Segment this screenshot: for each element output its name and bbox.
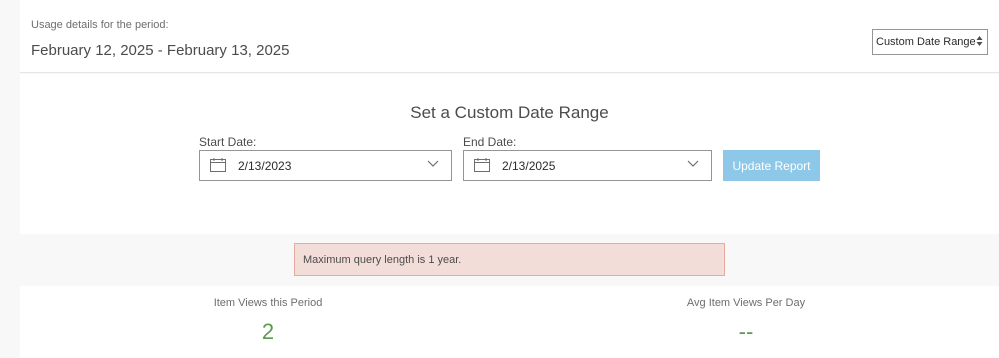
- item-views-value: 2: [261, 319, 275, 344]
- custom-range-title: Set a Custom Date Range: [410, 103, 609, 122]
- usage-page: Usage details for the period: February 1…: [0, 0, 999, 358]
- chevron-down-icon: [427, 160, 439, 167]
- stats-panel: Item Views this Period 2 Avg Item Views …: [20, 286, 999, 358]
- calendar-icon: [474, 158, 490, 172]
- start-date-value: 2/13/2023: [238, 159, 292, 173]
- item-views-label: Item Views this Period: [213, 297, 323, 309]
- end-date-field[interactable]: 2/13/2025: [463, 150, 712, 181]
- end-date-label: End Date:: [463, 135, 517, 149]
- update-report-button[interactable]: Update Report: [723, 150, 820, 181]
- date-range-select-value: Custom Date Range: [876, 36, 976, 48]
- sort-arrows-icon: [976, 35, 983, 47]
- query-length-alert: Maximum query length is 1 year.: [294, 243, 725, 276]
- calendar-icon: [210, 158, 226, 172]
- chevron-down-icon: [687, 160, 699, 167]
- period-caption: Usage details for the period:: [31, 19, 169, 31]
- avg-item-views-label: Avg Item Views Per Day: [686, 297, 806, 309]
- end-date-value: 2/13/2025: [502, 159, 556, 173]
- avg-item-views-value: --: [738, 319, 754, 344]
- start-date-label: Start Date:: [199, 135, 257, 149]
- alert-message: Maximum query length is 1 year.: [303, 253, 462, 266]
- start-date-field[interactable]: 2/13/2023: [199, 150, 452, 181]
- date-range-select[interactable]: Custom Date Range: [872, 29, 988, 55]
- period-range-text: February 12, 2025 - February 13, 2025: [31, 42, 290, 59]
- usage-header: Usage details for the period: February 1…: [20, 0, 999, 73]
- custom-date-range-panel: Set a Custom Date Range Start Date: 2/13…: [20, 74, 999, 234]
